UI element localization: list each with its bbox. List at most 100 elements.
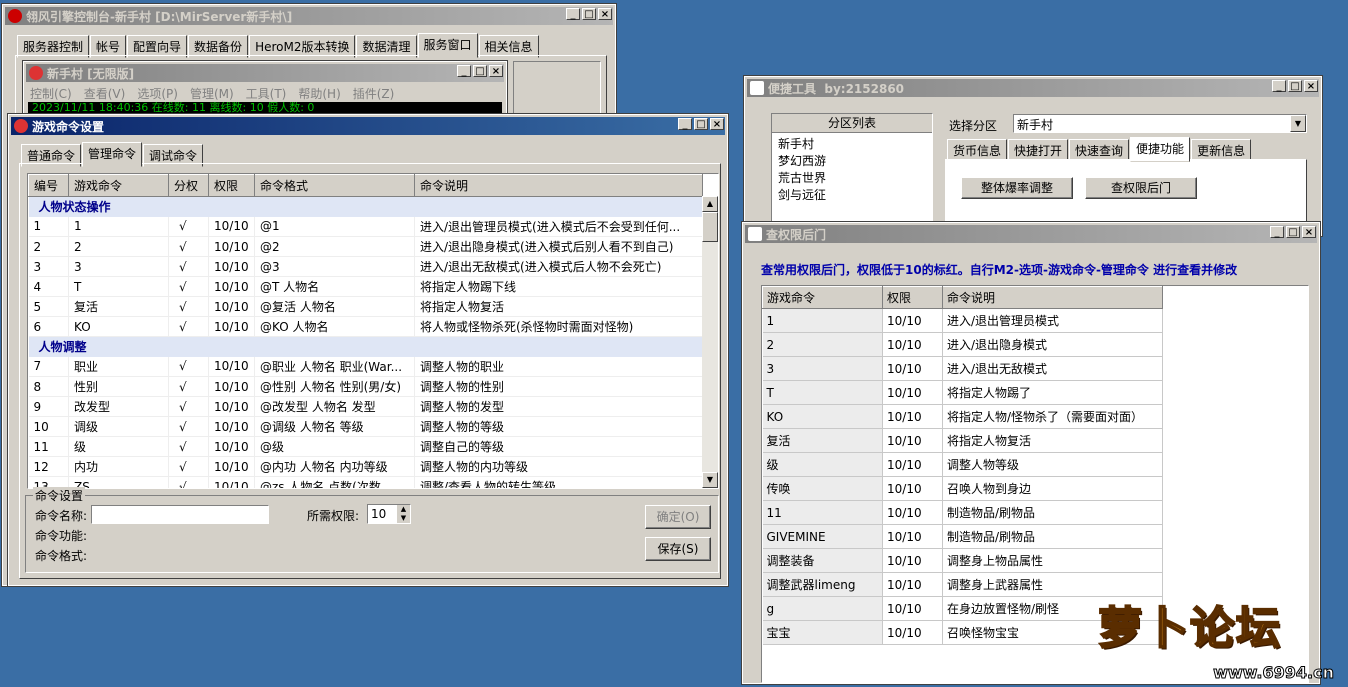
backdoor-row[interactable]: 3 10/10 进入/退出无敌模式 [762, 356, 1163, 381]
spin-up-icon[interactable]: ▲ [397, 505, 410, 514]
command-row[interactable]: 5 复活 √ 10/10 @复活 人物名 将指定人物复活 [28, 296, 703, 317]
menu-view[interactable]: 查看(V) [84, 85, 126, 102]
scroll-thumb[interactable] [702, 212, 718, 242]
backdoor-row[interactable]: 1 10/10 进入/退出管理员模式 [762, 308, 1163, 333]
minimize-button[interactable]: _ [1270, 226, 1284, 238]
backdoor-row[interactable]: KO 10/10 将指定人物/怪物杀了（需要面对面） [762, 404, 1163, 429]
check-backdoor-button[interactable]: 查权限后门 [1085, 177, 1197, 199]
backdoor-description: 召唤人物到身边 [942, 476, 1163, 501]
scroll-up-button[interactable]: ▲ [702, 196, 718, 212]
maximize-button[interactable]: □ [1286, 226, 1300, 238]
command-row[interactable]: 10 调级 √ 10/10 @调级 人物名 等级 调整人物的等级 [28, 416, 703, 437]
col-header-permission[interactable]: 权限 [208, 174, 255, 197]
permission-value[interactable]: 10 [371, 507, 386, 521]
col-header-command[interactable]: 游戏命令 [68, 174, 169, 197]
command-row[interactable]: 2 2 √ 10/10 @2 进入/退出隐身模式(进入模式后别人看不到自己) [28, 236, 703, 257]
main-title-bar[interactable]: 翎风引擎控制台-新手村 [D:\MirServer新手村\] [5, 7, 613, 25]
command-name-input[interactable] [91, 505, 269, 524]
col-header-id[interactable]: 编号 [28, 174, 69, 197]
partition-item[interactable]: 新手村 [772, 135, 932, 152]
close-button[interactable]: × [1302, 226, 1316, 238]
backdoor-permission: 10/10 [882, 308, 943, 333]
chevron-down-icon[interactable]: ▼ [1290, 115, 1306, 132]
server-status-bar: 2023/11/11 18:40:36 在线数: 11 离线数: 10 假人数:… [28, 102, 502, 114]
backdoor-row[interactable]: 2 10/10 进入/退出隐身模式 [762, 332, 1163, 357]
command-group-row[interactable]: 人物状态操作 [28, 196, 703, 217]
command-list[interactable]: 编号 游戏命令 分权 权限 命令格式 命令说明 人物状态操作 1 1 √ 10/10 @1… [27, 173, 719, 489]
command-format: @1 [254, 216, 415, 237]
partition-list[interactable]: 分区列表 新手村 梦幻西游 荒古世界 剑与远征 [771, 113, 933, 233]
command-title-bar[interactable]: 游戏命令设置 [11, 117, 725, 135]
minimize-button[interactable]: _ [1272, 80, 1286, 92]
partition-item[interactable]: 剑与远征 [772, 186, 932, 203]
command-name: 级 [68, 436, 169, 457]
backdoor-permission: 10/10 [882, 332, 943, 357]
backdoor-title-bar[interactable]: 查权限后门 [745, 225, 1317, 243]
col-header-split[interactable]: 分权 [168, 174, 209, 197]
minimize-button[interactable]: _ [566, 8, 580, 20]
drop-rate-button[interactable]: 整体爆率调整 [961, 177, 1073, 199]
col-header-command[interactable]: 游戏命令 [762, 286, 883, 309]
col-header-description[interactable]: 命令说明 [414, 174, 703, 197]
backdoor-row[interactable]: 11 10/10 制造物品/刷物品 [762, 500, 1163, 525]
close-button[interactable]: × [1304, 80, 1318, 92]
partition-dropdown[interactable]: 新手村 ▼ [1013, 114, 1307, 133]
backdoor-row[interactable]: 调整装备 10/10 调整身上物品属性 [762, 548, 1163, 573]
menu-help[interactable]: 帮助(H) [298, 85, 340, 102]
menu-options[interactable]: 选项(P) [137, 85, 178, 102]
tab-admin-commands[interactable]: 管理命令 [82, 142, 143, 167]
command-permission: 10/10 [208, 376, 255, 397]
maximize-button[interactable]: □ [473, 65, 487, 77]
menu-plugins[interactable]: 插件(Z) [353, 85, 395, 102]
partition-item[interactable]: 荒古世界 [772, 169, 932, 186]
backdoor-row[interactable]: GIVEMINE 10/10 制造物品/刷物品 [762, 524, 1163, 549]
close-button[interactable]: × [710, 118, 724, 130]
command-row[interactable]: 3 3 √ 10/10 @3 进入/退出无敌模式(进入模式后人物不会死亡) [28, 256, 703, 277]
command-split: √ [168, 476, 209, 488]
command-permission: 10/10 [208, 236, 255, 257]
backdoor-description: 调整人物等级 [942, 452, 1163, 477]
command-split: √ [168, 456, 209, 477]
col-header-description[interactable]: 命令说明 [942, 286, 1163, 309]
permission-spinner[interactable]: 10 ▲ ▼ [367, 504, 411, 524]
command-row[interactable]: 6 KO √ 10/10 @KO 人物名 将人物或怪物杀死(杀怪物时需面对怪物) [28, 316, 703, 337]
minimize-button[interactable]: _ [457, 65, 471, 77]
backdoor-row[interactable]: 级 10/10 调整人物等级 [762, 452, 1163, 477]
command-list-scrollbar[interactable]: ▲ ▼ [702, 196, 718, 488]
menu-tools[interactable]: 工具(T) [246, 85, 287, 102]
command-row[interactable]: 9 改发型 √ 10/10 @改发型 人物名 发型 调整人物的发型 [28, 396, 703, 417]
command-row[interactable]: 4 T √ 10/10 @T 人物名 将指定人物踢下线 [28, 276, 703, 297]
menu-control[interactable]: 控制(C) [30, 85, 72, 102]
backdoor-row[interactable]: 复活 10/10 将指定人物复活 [762, 428, 1163, 453]
partition-item[interactable]: 梦幻西游 [772, 152, 932, 169]
confirm-button[interactable]: 确定(O) [645, 505, 711, 529]
backdoor-row[interactable]: T 10/10 将指定人物踢了 [762, 380, 1163, 405]
col-header-format[interactable]: 命令格式 [254, 174, 415, 197]
maximize-button[interactable]: □ [694, 118, 708, 130]
tab-convenience[interactable]: 便捷功能 [1130, 137, 1191, 162]
command-group-row[interactable]: 人物调整 [28, 336, 703, 357]
command-row[interactable]: 11 级 √ 10/10 @级 调整自己的等级 [28, 436, 703, 457]
command-row[interactable]: 13 ZS √ 10/10 @zs 人物名 点数(次数 调整/查看人物的转生等级 [28, 476, 703, 488]
command-row[interactable]: 12 内功 √ 10/10 @内功 人物名 内功等级 调整人物的内功等级 [28, 456, 703, 477]
maximize-button[interactable]: □ [1288, 80, 1302, 92]
tools-title-bar[interactable]: 便捷工具 by:2152860 [747, 79, 1319, 97]
command-row[interactable]: 8 性别 √ 10/10 @性别 人物名 性别(男/女) 调整人物的性别 [28, 376, 703, 397]
maximize-button[interactable]: □ [582, 8, 596, 20]
server-title-bar[interactable]: 新手村 [无限版] [26, 64, 504, 82]
scroll-down-button[interactable]: ▼ [702, 472, 718, 488]
col-header-permission[interactable]: 权限 [882, 286, 943, 309]
menu-manage[interactable]: 管理(M) [190, 85, 234, 102]
command-row[interactable]: 7 职业 √ 10/10 @职业 人物名 职业(War... 调整人物的职业 [28, 356, 703, 377]
close-button[interactable]: × [489, 65, 503, 77]
close-button[interactable]: × [598, 8, 612, 20]
command-name: 调级 [68, 416, 169, 437]
command-row[interactable]: 1 1 √ 10/10 @1 进入/退出管理员模式(进入模式后不会受到任何... [28, 216, 703, 237]
backdoor-row[interactable]: 传唤 10/10 召唤人物到身边 [762, 476, 1163, 501]
tab-service-window[interactable]: 服务窗口 [417, 33, 478, 58]
minimize-button[interactable]: _ [678, 118, 692, 130]
command-id: 8 [28, 376, 69, 397]
command-description: 调整/查看人物的转生等级 [414, 476, 703, 488]
spin-down-icon[interactable]: ▼ [397, 514, 410, 523]
save-button[interactable]: 保存(S) [645, 537, 711, 561]
